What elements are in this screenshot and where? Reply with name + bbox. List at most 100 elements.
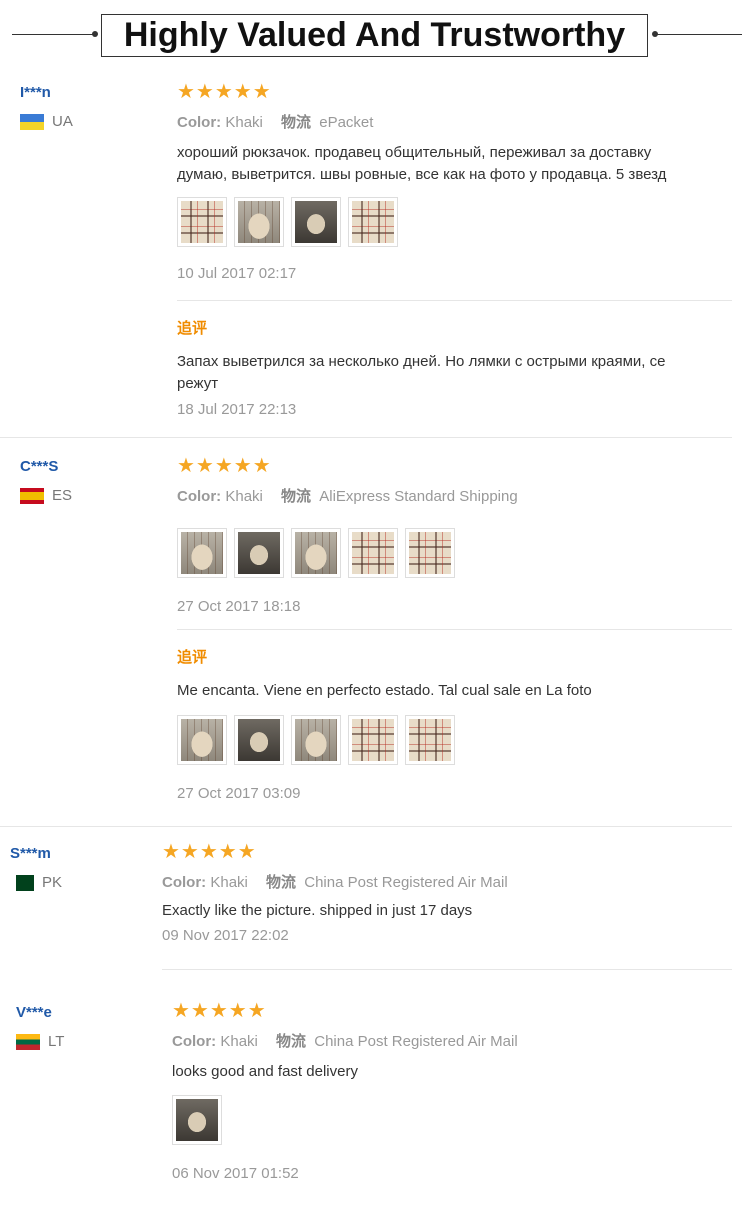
color-value: Khaki [225, 114, 263, 131]
shipping-value: AliExpress Standard Shipping [319, 488, 518, 505]
review-text-line: Запах выветрился за несколько дней. Но л… [177, 353, 666, 370]
review-date: 06 Nov 2017 01:52 [172, 1165, 299, 1182]
review-photo-thumbnail[interactable] [405, 715, 455, 765]
photo-image [176, 1099, 218, 1141]
shipping-label: 物流 [281, 114, 312, 131]
divider [177, 629, 732, 630]
color-value: Khaki [225, 488, 263, 505]
flag-pk-icon [10, 874, 34, 891]
review-photo-thumbnail[interactable] [291, 197, 341, 247]
review-date: 10 Jul 2017 02:17 [177, 265, 297, 282]
photo-image [238, 719, 280, 761]
photo-image [352, 201, 394, 243]
review-content: ★★★★★ Color: Khaki 物流 ePacket хороший рю… [177, 82, 737, 282]
review-photo-thumbnail[interactable] [348, 197, 398, 247]
additional-review-date: 27 Oct 2017 03:09 [177, 785, 301, 802]
star-rating: ★★★★★ [177, 81, 272, 103]
divider [177, 300, 732, 301]
order-info: Color: Khaki 物流 China Post Registered Ai… [162, 871, 732, 892]
flag-ua-icon [20, 113, 44, 130]
review-text-line: хороший рюкзачок. продавец общительный, … [177, 144, 652, 161]
photo-image [181, 201, 223, 243]
photo-image [295, 201, 337, 243]
review-content: ★★★★★ Color: Khaki 物流 AliExpress Standar… [177, 456, 737, 615]
reviewer-country: LT [16, 1033, 64, 1050]
photo-image [238, 201, 280, 243]
review-photo-thumbnail[interactable] [234, 197, 284, 247]
shipping-label: 物流 [276, 1033, 307, 1050]
color-label: Color: [162, 874, 207, 891]
review-photo-thumbnail[interactable] [234, 528, 284, 578]
review-date: 09 Nov 2017 22:02 [162, 927, 289, 944]
color-label: Color: [172, 1033, 217, 1050]
review-text: Exactly like the picture. shipped in jus… [162, 902, 473, 919]
shipping-value: China Post Registered Air Mail [314, 1033, 518, 1050]
review-text-line: режут [177, 375, 219, 392]
review-photos [177, 715, 737, 765]
review-photos [177, 197, 737, 247]
review-photos [177, 528, 737, 578]
order-info: Color: Khaki 物流 ePacket [177, 111, 737, 132]
additional-review-date: 18 Jul 2017 22:13 [177, 401, 297, 418]
divider [162, 969, 732, 970]
photo-image [352, 532, 394, 574]
header-divider-left [12, 34, 96, 35]
reviewer-country: ES [20, 487, 72, 504]
reviewer-info: I***n UA [20, 84, 73, 130]
reviewer-name[interactable]: C***S [20, 458, 72, 475]
reviewer-info: V***e LT [16, 1004, 64, 1050]
shipping-value: ePacket [319, 114, 374, 131]
review-photo-thumbnail[interactable] [405, 528, 455, 578]
color-label: Color: [177, 114, 222, 131]
reviewer-info: C***S ES [20, 458, 72, 504]
country-code: PK [42, 874, 63, 891]
review-text-line: думаю, выветрится. швы ровные, все как н… [177, 166, 667, 183]
header-divider-right [656, 34, 742, 35]
review-photo-thumbnail[interactable] [177, 715, 227, 765]
reviewer-country: PK [10, 874, 62, 891]
reviewer-name[interactable]: I***n [20, 84, 73, 101]
review-photo-thumbnail[interactable] [234, 715, 284, 765]
additional-review: 追评 Запах выветрился за несколько дней. Н… [177, 317, 737, 418]
review-photo-thumbnail[interactable] [172, 1095, 222, 1145]
review-photos [172, 1095, 732, 1145]
country-code: UA [52, 113, 73, 130]
reviewer-info: S***m PK [10, 845, 62, 891]
photo-image [352, 719, 394, 761]
additional-review: 追评 Me encanta. Viene en perfecto estado.… [177, 646, 737, 802]
shipping-value: China Post Registered Air Mail [304, 874, 508, 891]
page-title: Highly Valued And Trustworthy [101, 14, 648, 57]
shipping-label: 物流 [266, 874, 297, 891]
review-date: 27 Oct 2017 18:18 [177, 598, 301, 615]
review-content: ★★★★★ Color: Khaki 物流 China Post Registe… [162, 842, 732, 944]
photo-image [409, 532, 451, 574]
country-code: LT [48, 1033, 65, 1050]
header-dot-left [92, 31, 98, 37]
shipping-label: 物流 [281, 488, 312, 505]
flag-lt-icon [16, 1033, 40, 1050]
divider [0, 437, 732, 438]
color-value: Khaki [210, 874, 248, 891]
review-photo-thumbnail[interactable] [348, 715, 398, 765]
order-info: Color: Khaki 物流 China Post Registered Ai… [172, 1030, 732, 1051]
photo-image [409, 719, 451, 761]
review-text: хороший рюкзачок. продавец общительный, … [177, 142, 737, 186]
review-photo-thumbnail[interactable] [348, 528, 398, 578]
additional-review-text: Запах выветрился за несколько дней. Но л… [177, 351, 737, 395]
review-photo-thumbnail[interactable] [177, 528, 227, 578]
review-content: ★★★★★ Color: Khaki 物流 China Post Registe… [172, 1001, 732, 1182]
color-label: Color: [177, 488, 222, 505]
additional-review-label: 追评 [177, 649, 208, 666]
photo-image [295, 719, 337, 761]
review-photo-thumbnail[interactable] [291, 528, 341, 578]
star-rating: ★★★★★ [177, 455, 272, 477]
country-code: ES [52, 487, 73, 504]
additional-review-label: 追评 [177, 320, 208, 337]
reviewer-name[interactable]: S***m [10, 845, 62, 862]
photo-image [238, 532, 280, 574]
reviewer-name[interactable]: V***e [16, 1004, 64, 1021]
review-photo-thumbnail[interactable] [177, 197, 227, 247]
review-photo-thumbnail[interactable] [291, 715, 341, 765]
photo-image [295, 532, 337, 574]
photo-image [181, 532, 223, 574]
